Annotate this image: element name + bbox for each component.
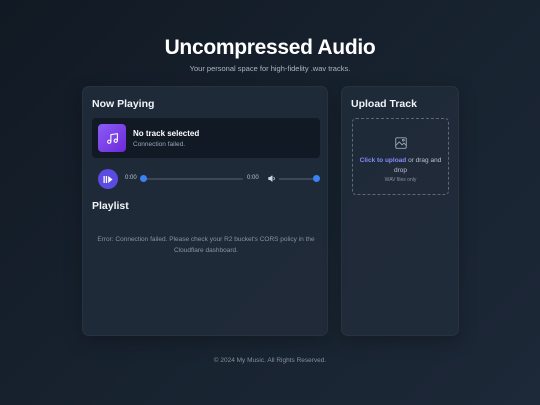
volume-fill	[279, 178, 317, 180]
click-to-upload-link[interactable]: Click to upload	[360, 157, 407, 164]
play-pause-button[interactable]	[98, 169, 118, 189]
upload-card: Upload Track Click to upload or drag and…	[341, 86, 459, 336]
play-pause-icon	[103, 175, 113, 183]
album-art	[98, 124, 126, 152]
page-header: Uncompressed Audio Your personal space f…	[0, 36, 540, 73]
volume-icon[interactable]	[268, 174, 277, 183]
progress-slider-handle[interactable]	[140, 175, 147, 182]
volume-track[interactable]	[279, 178, 317, 180]
playlist-heading: Playlist	[92, 200, 129, 212]
music-note-icon	[106, 132, 118, 144]
upload-heading: Upload Track	[351, 98, 417, 110]
image-icon	[395, 137, 407, 149]
track-status: Connection failed.	[133, 141, 186, 148]
player-controls: 0:00 0:00	[92, 169, 320, 189]
upload-instructions: Click to upload or drag and drop	[357, 156, 444, 175]
current-time: 0:00	[125, 175, 137, 181]
page-footer: © 2024 My Music. All Rights Reserved.	[213, 357, 327, 364]
now-playing-box: No track selected Connection failed.	[92, 118, 320, 158]
progress-track[interactable]	[143, 178, 243, 180]
track-title: No track selected	[133, 129, 200, 138]
upload-dropzone[interactable]: Click to upload or drag and drop WAV fil…	[352, 118, 449, 195]
app-page: Uncompressed Audio Your personal space f…	[0, 0, 540, 405]
now-playing-heading: Now Playing	[92, 98, 155, 110]
player-card: Now Playing No track selected Connection…	[82, 86, 328, 336]
page-title: Uncompressed Audio	[164, 36, 376, 59]
page-subtitle: Your personal space for high-fidelity .w…	[189, 64, 351, 73]
playlist-error-message: Error: Connection failed. Please check y…	[97, 236, 315, 254]
upload-hint: WAV files only	[384, 177, 417, 183]
duration-time: 0:00	[247, 175, 259, 181]
volume-slider-handle[interactable]	[313, 175, 320, 182]
